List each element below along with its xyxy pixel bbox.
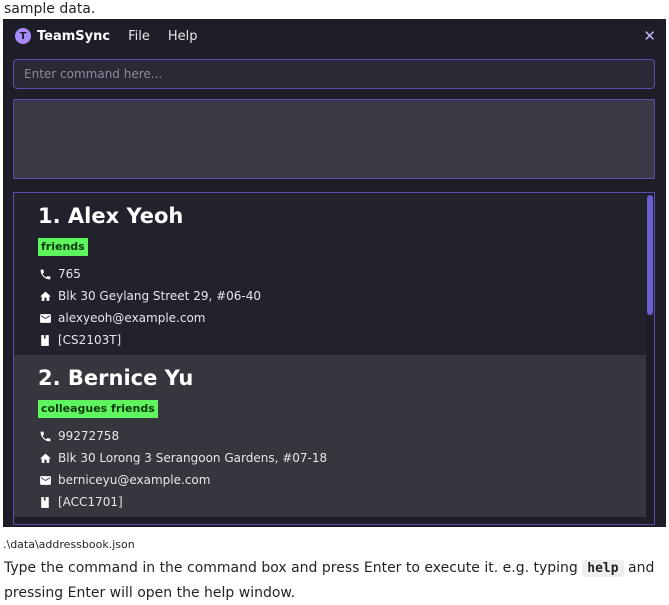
email-row: berniceyu@example.com: [38, 469, 646, 491]
help-command-code: help: [582, 560, 624, 577]
tag: friends: [38, 238, 88, 256]
phone-row: 99272758: [38, 425, 646, 447]
book-icon: [38, 495, 52, 509]
phone-text: 99272758: [58, 429, 120, 443]
home-icon: [38, 289, 52, 303]
person-card[interactable]: 2. Bernice Yu colleagues friends 9927275…: [14, 355, 646, 517]
status-bar-file-path: .\data\addressbook.json: [3, 537, 666, 553]
module-text: [ACC1701]: [58, 495, 123, 509]
menu-file[interactable]: File: [128, 29, 150, 44]
app-window: T TeamSync File Help ✕ 1. Alex Yeoh frie…: [3, 19, 666, 527]
email-text: berniceyu@example.com: [58, 473, 211, 487]
email-row: alexyeoh@example.com: [38, 307, 646, 329]
doc-top-text: sample data.: [4, 1, 96, 17]
person-name: 1. Alex Yeoh: [38, 204, 184, 228]
mail-icon: [38, 311, 52, 325]
person-name: 2. Bernice Yu: [38, 366, 194, 390]
close-icon[interactable]: ✕: [643, 27, 656, 45]
result-display: [13, 99, 655, 179]
tag-list: friends: [38, 235, 646, 259]
module-text: [CS2103T]: [58, 333, 122, 347]
module-row: [CS2103T]: [38, 329, 646, 351]
title-bar: T TeamSync File Help ✕: [3, 19, 666, 53]
doc-bottom-text: Type the command in the command box and …: [4, 556, 664, 605]
list-scrollbar[interactable]: [647, 195, 653, 315]
phone-icon: [38, 267, 52, 281]
person-card[interactable]: 1. Alex Yeoh friends 765 Blk 30 Geylang …: [14, 193, 646, 355]
address-row: Blk 30 Lorong 3 Serangoon Gardens, #07-1…: [38, 447, 646, 469]
book-icon: [38, 333, 52, 347]
app-logo-icon: T: [15, 28, 31, 44]
address-text: Blk 30 Lorong 3 Serangoon Gardens, #07-1…: [58, 451, 328, 465]
command-input[interactable]: [13, 59, 655, 89]
tag-list: colleagues friends: [38, 397, 646, 421]
mail-icon: [38, 473, 52, 487]
home-icon: [38, 451, 52, 465]
phone-row: 765: [38, 263, 646, 285]
module-row: [ACC1701]: [38, 491, 646, 513]
person-list[interactable]: 1. Alex Yeoh friends 765 Blk 30 Geylang …: [13, 192, 655, 525]
tag: colleagues friends: [38, 400, 158, 418]
email-text: alexyeoh@example.com: [58, 311, 206, 325]
address-row: Blk 30 Geylang Street 29, #06-40: [38, 285, 646, 307]
phone-icon: [38, 429, 52, 443]
address-text: Blk 30 Geylang Street 29, #06-40: [58, 289, 262, 303]
app-name: TeamSync: [37, 28, 111, 44]
menu-help[interactable]: Help: [168, 29, 198, 44]
doc-bottom-text-part1: Type the command in the command box and …: [4, 560, 583, 576]
phone-text: 765: [58, 267, 81, 281]
